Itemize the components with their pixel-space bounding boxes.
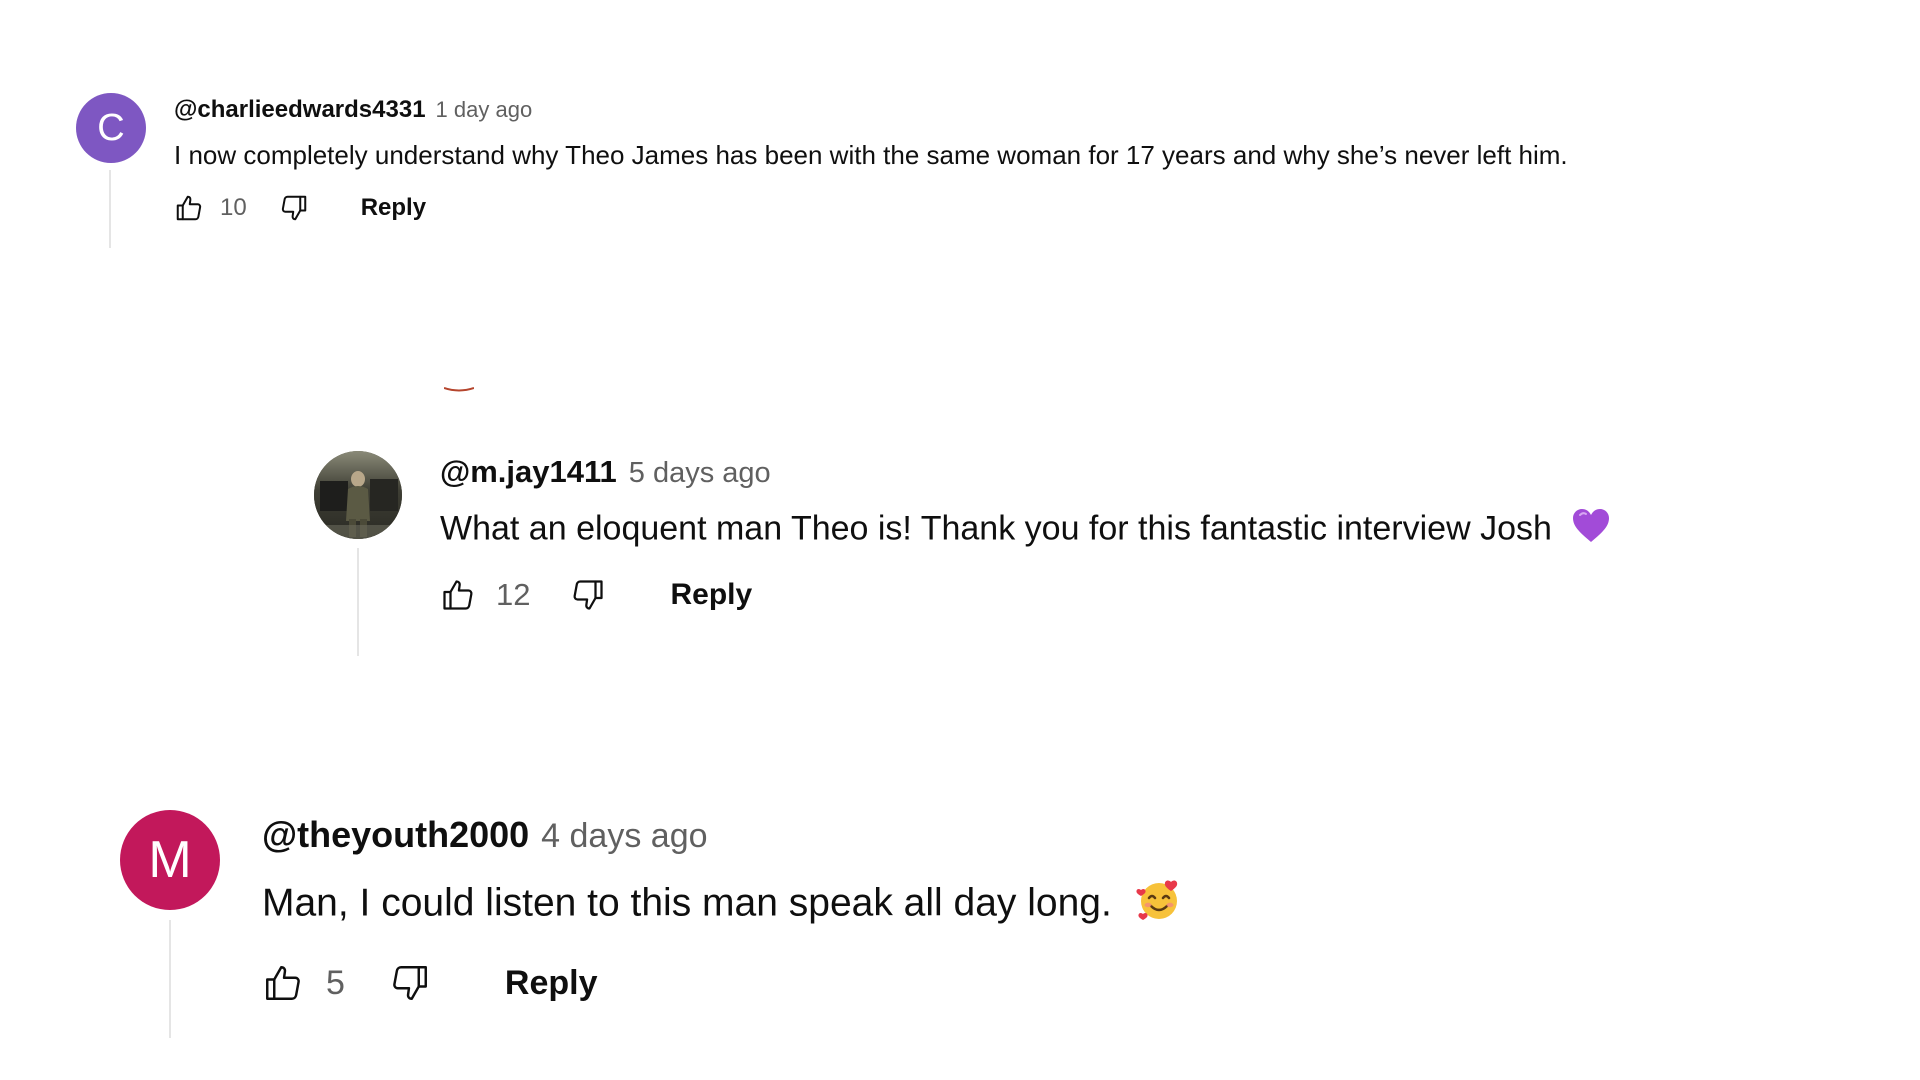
thumbs-up-icon xyxy=(443,580,473,610)
purple-heart-emoji xyxy=(1571,508,1611,553)
thumbs-up-icon xyxy=(266,966,300,1000)
comment-text: Man, I could listen to this man speak al… xyxy=(262,876,1183,934)
comment-text: I now completely understand why Theo Jam… xyxy=(174,140,1568,170)
comment-text-content: Man, I could listen to this man speak al… xyxy=(262,881,1112,925)
comment-actions: 10 Reply xyxy=(174,193,1568,223)
dislike-button[interactable] xyxy=(389,962,431,1004)
author-handle[interactable]: @theyouth2000 xyxy=(262,814,529,856)
dislike-button[interactable] xyxy=(279,193,309,223)
avatar[interactable]: C xyxy=(76,93,146,163)
author-handle[interactable]: @m.jay1411 xyxy=(440,454,617,490)
thread-line xyxy=(357,548,359,656)
avatar-letter: M xyxy=(148,831,192,889)
comment-timestamp[interactable]: 1 day ago xyxy=(436,97,533,123)
comment-body: @m.jay1411 5 days ago What an eloquent m… xyxy=(440,454,1611,613)
thumbs-down-icon xyxy=(281,195,306,221)
avatar-letter: C xyxy=(97,106,125,149)
comment-timestamp[interactable]: 5 days ago xyxy=(629,457,771,490)
thread-line xyxy=(109,170,111,248)
thumbs-down-icon xyxy=(573,580,604,610)
reply-button[interactable]: Reply xyxy=(361,194,426,222)
cropped-edge-mark xyxy=(444,387,474,392)
author-handle[interactable]: @charlieedwards4331 xyxy=(174,96,426,124)
smiling-face-with-hearts-emoji xyxy=(1135,876,1183,934)
thread-line xyxy=(169,920,171,1038)
avatar[interactable] xyxy=(314,451,402,539)
like-count: 10 xyxy=(220,194,247,221)
avatar-photo xyxy=(314,451,402,539)
like-button[interactable] xyxy=(262,962,304,1004)
thumbs-down-icon xyxy=(393,966,427,1000)
comment-header: @m.jay1411 5 days ago xyxy=(440,454,1611,492)
dislike-button[interactable] xyxy=(570,577,606,613)
like-button[interactable] xyxy=(440,577,476,613)
like-count: 5 xyxy=(326,963,345,1002)
comment-header: @charlieedwards4331 1 day ago xyxy=(174,96,1568,126)
reply-button[interactable]: Reply xyxy=(505,964,598,1003)
like-button[interactable] xyxy=(174,193,204,223)
comment-text-content: What an eloquent man Theo is! Thank you … xyxy=(440,509,1552,548)
comment-header: @theyouth2000 4 days ago xyxy=(262,814,1183,858)
like-count: 12 xyxy=(496,577,531,612)
comment-actions: 12 Reply xyxy=(440,577,1611,613)
comment-text: What an eloquent man Theo is! Thank you … xyxy=(440,508,1611,553)
comment-body: @theyouth2000 4 days ago Man, I could li… xyxy=(262,814,1183,1004)
avatar[interactable]: M xyxy=(120,810,220,910)
comment-timestamp[interactable]: 4 days ago xyxy=(541,817,707,856)
reply-button[interactable]: Reply xyxy=(670,578,752,612)
comment-body: @charlieedwards4331 1 day ago I now comp… xyxy=(174,96,1568,223)
comment-actions: 5 Reply xyxy=(262,962,1183,1004)
thumbs-up-icon xyxy=(176,195,202,221)
